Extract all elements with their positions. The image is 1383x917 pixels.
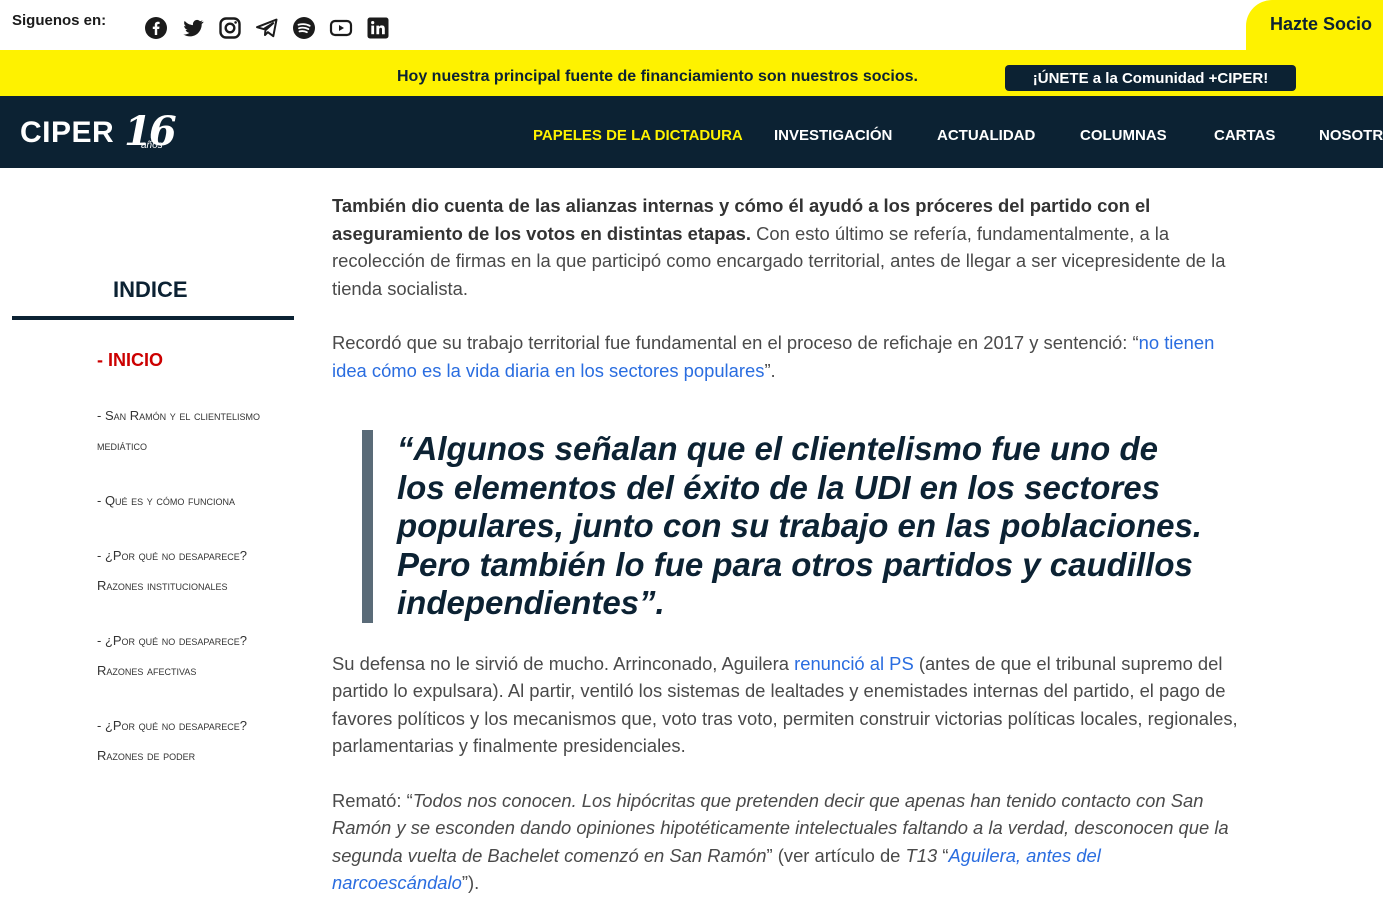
nav-item-investigacion[interactable]: INVESTIGACIÓN bbox=[774, 127, 892, 144]
main-navbar: CIPER 16 años PAPELES DE LA DICTADURA IN… bbox=[0, 96, 1383, 168]
article-body: También dio cuenta de las alianzas inter… bbox=[332, 192, 1252, 917]
instagram-icon[interactable] bbox=[217, 15, 243, 41]
nav-item-cartas[interactable]: CARTAS bbox=[1214, 127, 1275, 144]
nav-item-columnas[interactable]: COLUMNAS bbox=[1080, 127, 1167, 144]
index-item-que-es[interactable]: - Qué es y cómo funciona bbox=[97, 486, 292, 516]
follow-label: Siguenos en: bbox=[12, 12, 107, 29]
become-member-button[interactable]: Hazte Socio bbox=[1246, 0, 1383, 52]
paragraph-remato: Remató: “Todos nos conocen. Los hipócrit… bbox=[332, 789, 1229, 894]
source-name: T13 bbox=[905, 844, 938, 866]
spotify-icon[interactable] bbox=[291, 15, 317, 41]
youtube-icon[interactable] bbox=[328, 15, 354, 41]
logo-years-suffix: años bbox=[141, 140, 163, 151]
index-item-razones-institucionales[interactable]: - ¿Por qué no desaparece? Razones instit… bbox=[97, 541, 292, 601]
index-item-inicio[interactable]: - INICIO bbox=[97, 348, 292, 372]
index-item-razones-afectivas[interactable]: - ¿Por qué no desaparece? Razones afecti… bbox=[97, 626, 292, 686]
nav-item-actualidad[interactable]: ACTUALIDAD bbox=[937, 127, 1035, 144]
pull-quote-text: “Algunos señalan que el clientelismo fue… bbox=[397, 430, 1202, 621]
join-community-button[interactable]: ¡ÚNETE a la Comunidad +CIPER! bbox=[1005, 65, 1296, 91]
paragraph-territorial: Recordó que su trabajo territorial fue f… bbox=[332, 332, 1215, 381]
paragraph-alliances: También dio cuenta de las alianzas inter… bbox=[332, 195, 1226, 299]
index-item-razones-poder[interactable]: - ¿Por qué no desaparece? Razones de pod… bbox=[97, 711, 292, 771]
telegram-icon[interactable] bbox=[254, 15, 280, 41]
social-links bbox=[143, 15, 391, 41]
paragraph-defense: Su defensa no le sirvió de mucho. Arrinc… bbox=[332, 652, 1238, 757]
index-title: INDICE bbox=[113, 277, 188, 302]
banner-text: Hoy nuestra principal fuente de financia… bbox=[397, 68, 918, 85]
index-list: - INICIO - San Ramón y el clientelismo m… bbox=[97, 348, 292, 796]
social-bar: Siguenos en: Hazte Socio bbox=[0, 0, 1383, 52]
nav-item-nosotros[interactable]: NOSOTROS bbox=[1319, 127, 1383, 144]
nav-item-papeles[interactable]: PAPELES DE LA DICTADURA bbox=[533, 127, 743, 144]
pull-quote: “Algunos señalan que el clientelismo fue… bbox=[362, 430, 1252, 623]
twitter-icon[interactable] bbox=[180, 15, 206, 41]
index-divider bbox=[12, 316, 294, 320]
ciper-logo[interactable]: CIPER bbox=[20, 116, 114, 150]
index-item-san-ramon[interactable]: - San Ramón y el clientelismo mediático bbox=[97, 401, 292, 461]
link-renuncio-ps[interactable]: renunció al PS bbox=[794, 653, 914, 674]
become-member-label: Hazte Socio bbox=[1270, 14, 1373, 34]
facebook-icon[interactable] bbox=[143, 15, 169, 41]
linkedin-icon[interactable] bbox=[365, 15, 391, 41]
